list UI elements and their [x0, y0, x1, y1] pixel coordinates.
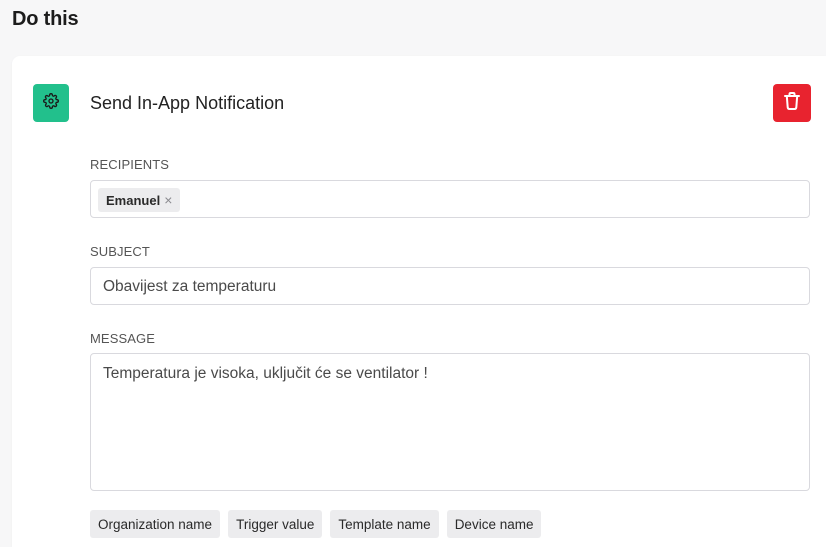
message-value: Temperatura je visoka, uključit će se ve… [103, 365, 428, 382]
variable-chips: Organization name Trigger value Template… [90, 510, 542, 538]
page-title: Do this [12, 8, 79, 30]
recipient-tag-label: Emanuel [106, 192, 161, 208]
recipient-tag: Emanuel × [98, 188, 181, 212]
action-title: Send In-App Notification [90, 93, 285, 113]
action-card: Send In-App Notification RECIPIENTS Eman… [12, 56, 826, 547]
recipients-input[interactable]: Emanuel × [90, 180, 810, 218]
remove-recipient-icon[interactable]: × [164, 192, 172, 208]
variable-chip-template-name[interactable]: Template name [330, 510, 439, 538]
subject-input[interactable]: Obavijest za temperaturu [90, 267, 810, 305]
variable-chip-device-name[interactable]: Device name [446, 510, 542, 538]
action-type-badge [33, 84, 69, 122]
delete-action-button[interactable] [773, 84, 811, 122]
recipients-label: RECIPIENTS [90, 157, 170, 172]
subject-label: SUBJECT [90, 244, 150, 259]
message-textarea[interactable]: Temperatura je visoka, uključit će se ve… [90, 353, 810, 491]
gear-icon [43, 92, 59, 114]
trash-icon [783, 91, 801, 116]
subject-value: Obavijest za temperaturu [103, 278, 277, 295]
variable-chip-organization-name[interactable]: Organization name [90, 510, 221, 538]
message-label: MESSAGE [90, 331, 155, 346]
variable-chip-trigger-value[interactable]: Trigger value [228, 510, 323, 538]
